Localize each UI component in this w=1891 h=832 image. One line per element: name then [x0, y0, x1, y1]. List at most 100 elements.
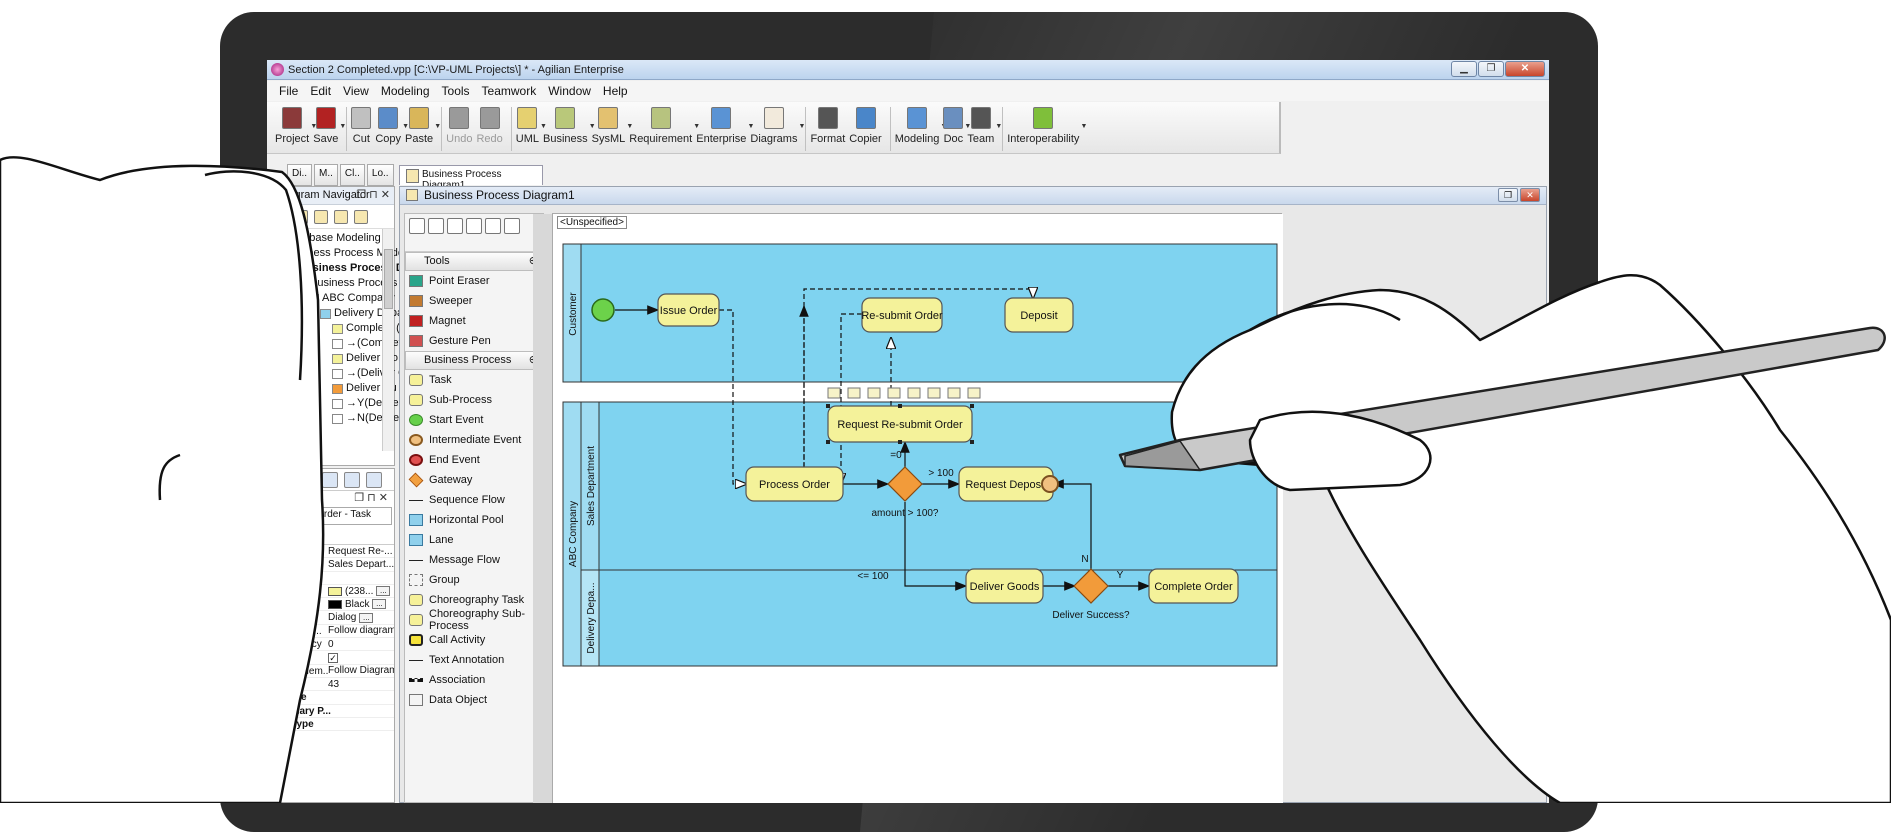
menu-edit[interactable]: Edit [304, 84, 337, 98]
property-row[interactable] [268, 572, 394, 585]
tab-diagram-navigator[interactable]: Di.. [287, 164, 312, 186]
palette-item-horizontal-pool[interactable]: Horizontal Pool▼ [405, 510, 543, 530]
navigator-controls[interactable]: ❐ ⊓ ✕ [356, 188, 390, 201]
triangle-icon[interactable] [485, 218, 501, 234]
tree-node[interactable]: Database Modeling [268, 231, 394, 246]
palette-item-association[interactable]: Association▼ [405, 670, 543, 690]
menu-teamwork[interactable]: Teamwork [476, 84, 543, 98]
palette-item-lane[interactable]: Lane [405, 530, 543, 550]
palette-group-header[interactable]: Business Process [405, 351, 543, 370]
dropdown-arrow-icon[interactable]: ▼ [799, 123, 806, 130]
folder-icon[interactable] [314, 209, 328, 224]
property-row[interactable]: oop Type [268, 718, 394, 732]
palette-item-message-flow[interactable]: Message Flow▼ [405, 550, 543, 570]
scrollbar-thumb[interactable] [384, 249, 393, 309]
toolbar-diagrams-button[interactable]: Diagrams ▼ [750, 107, 805, 145]
toolbar-doc-button[interactable]: Doc ▼ [943, 107, 971, 145]
opaque-checkbox[interactable]: ✓ [328, 652, 338, 663]
property-row[interactable]: Model Elem... Follow Diagram [268, 665, 394, 678]
toolbar-undo-button[interactable]: Undo [446, 107, 472, 145]
property-row[interactable]: Sales Depart... [268, 558, 394, 572]
menu-window[interactable]: Window [542, 84, 597, 98]
toolbar-copier-button[interactable]: Copier [849, 107, 882, 145]
toolbar-copy-button[interactable]: Copy ▼ [375, 107, 409, 145]
menu-tools[interactable]: Tools [436, 84, 476, 98]
toolbar-cut-button[interactable]: Cut [351, 107, 372, 145]
menu-view[interactable]: View [337, 84, 375, 98]
star-tab-icon[interactable] [344, 472, 360, 488]
palette-item-start-event[interactable]: Start Event▼ [405, 410, 543, 430]
palette-item-magnet[interactable]: Magnet [405, 311, 543, 331]
color-swatch[interactable] [328, 599, 342, 609]
tree-node[interactable]: →(Complete [268, 336, 408, 351]
color-swatch[interactable] [328, 586, 342, 596]
selected-element-select[interactable]: e-submit Order - Task [270, 507, 392, 525]
palette-item-choreography-task[interactable]: Choreography Task [405, 590, 543, 610]
dropdown-arrow-icon[interactable]: ▼ [995, 123, 1002, 130]
property-row[interactable]: Black... [268, 598, 394, 612]
toolbar-sysml-button[interactable]: SysML ▼ [592, 107, 633, 145]
palette-item-text-annotation[interactable]: Text Annotation [405, 650, 543, 670]
ellipsis-button[interactable]: ... [376, 586, 391, 597]
more-chevron-icon[interactable] [504, 218, 520, 234]
palette-item-choreography-sub-process[interactable]: Choreography Sub-Process [405, 608, 543, 632]
tree-node[interactable]: →Y(Deliver S [268, 396, 413, 411]
property-row[interactable]: (238...... [268, 585, 394, 599]
tree-node[interactable]: ABC Company [268, 291, 395, 306]
menu-help[interactable]: Help [597, 84, 634, 98]
navigator-scrollbar[interactable] [382, 229, 394, 451]
toolbar-team-button[interactable]: Team ▼ [967, 107, 1002, 145]
tree-node[interactable]: Delivery Depar [268, 306, 407, 321]
property-row[interactable]: sk Type [268, 691, 394, 705]
restore-button[interactable]: ❐ [1478, 61, 1504, 77]
palette-item-sequence-flow[interactable]: Sequence Flow▼ [405, 490, 543, 510]
tab-class-repository[interactable]: Cl.. [339, 164, 365, 186]
toolbar-modeling-button[interactable]: Modeling▼ [895, 107, 947, 145]
sort-icon[interactable] [334, 209, 348, 224]
property-panel-controls[interactable]: ❐ ⊓ ✕ [268, 491, 394, 507]
palette-item-end-event[interactable]: End Event▼ [405, 450, 543, 470]
tab-model-explorer[interactable]: M.. [314, 164, 338, 186]
menu-modeling[interactable]: Modeling [375, 84, 436, 98]
property-row[interactable]: t Dialog... [268, 611, 394, 625]
ellipsis-button[interactable]: ... [359, 612, 374, 623]
diagram-close-button[interactable]: ✕ [1520, 188, 1540, 202]
toolbar-interoperability-button[interactable]: Interoperability ▼ [1007, 107, 1087, 145]
menu-file[interactable]: File [273, 84, 304, 98]
tree-node[interactable]: Business Process Modeling [268, 246, 421, 261]
ellipsis-button[interactable]: ... [372, 599, 387, 610]
dropdown-arrow-icon[interactable]: ▼ [434, 123, 441, 130]
palette-item-gateway[interactable]: Gateway▼ [405, 470, 543, 490]
toolbar-format-button[interactable]: Format [810, 107, 845, 145]
palette-item-sub-process[interactable]: Sub-Process▼ [405, 390, 543, 410]
toolbar-project-button[interactable]: Project ▼ [275, 107, 317, 145]
search-tab-icon[interactable] [300, 472, 316, 488]
properties-tab-icon[interactable] [278, 472, 294, 488]
select-arrow-icon[interactable] [409, 218, 425, 234]
palette-item-call-activity[interactable]: Call Activity▼ [405, 630, 543, 650]
toolbar-paste-button[interactable]: Paste ▼ [405, 107, 441, 145]
palette-item-group[interactable]: Group [405, 570, 543, 590]
palette-item-intermediate-event[interactable]: Intermediate Event▼ [405, 430, 543, 450]
model-tab-icon[interactable] [322, 472, 338, 488]
property-row[interactable]: ansparency 0 [268, 638, 394, 652]
palette-item-sweeper[interactable]: Sweeper [405, 291, 543, 311]
tree-node[interactable]: Business Process Diagr [268, 276, 427, 291]
tree-node[interactable]: Deliver Su [268, 381, 397, 396]
hand-icon[interactable] [447, 218, 463, 234]
close-button[interactable]: ✕ [1505, 61, 1545, 77]
palette-group-header[interactable]: Tools [405, 252, 543, 271]
palette-item-point-eraser[interactable]: Point Eraser [405, 271, 543, 291]
unspecified-label[interactable]: <Unspecified> [557, 216, 627, 229]
palette-item-gesture-pen[interactable]: Gesture Pen [405, 331, 543, 351]
tab-logical-view[interactable]: Lo.. [366, 164, 394, 186]
tree-node[interactable]: Deliver Go [268, 351, 398, 366]
diagram-restore-button[interactable]: ❐ [1498, 188, 1518, 202]
tree-node[interactable]: Complete ( [268, 321, 400, 336]
dropdown-arrow-icon[interactable]: ▼ [339, 123, 346, 130]
diagram-document-tab[interactable]: Business Process Diagram1 [399, 165, 543, 191]
dropdown-arrow-icon[interactable]: ▼ [1080, 123, 1087, 130]
up-icon[interactable] [354, 209, 368, 224]
property-row[interactable]: Request Re-... [268, 545, 394, 559]
palette-item-task[interactable]: Task▼ [405, 370, 543, 390]
